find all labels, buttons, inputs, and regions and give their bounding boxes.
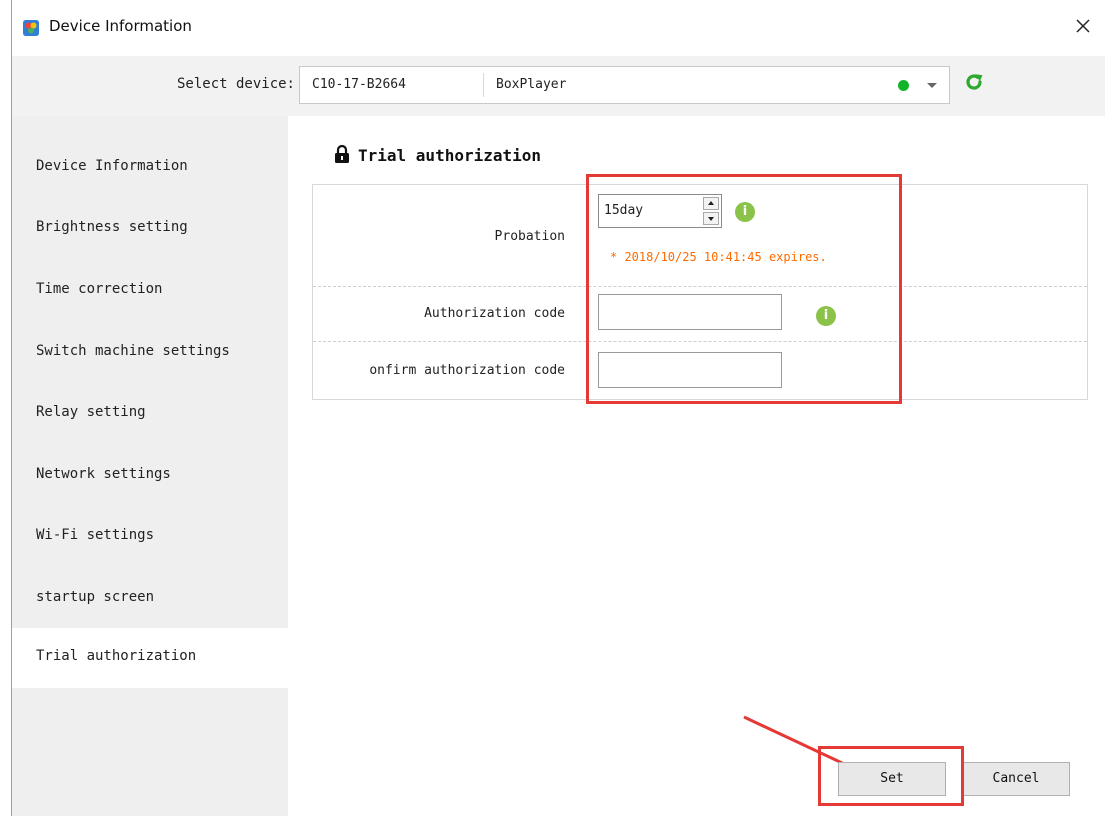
authorization-code-input[interactable]: [598, 294, 782, 330]
sidebar-item-label: Switch machine settings: [36, 343, 230, 359]
info-icon[interactable]: i: [735, 202, 755, 222]
sidebar-item-label: Time correction: [36, 281, 163, 297]
sidebar-item-label: Network settings: [36, 466, 171, 482]
sidebar-item-time-correction[interactable]: Time correction: [12, 261, 288, 321]
sidebar-item-label: Device Information: [36, 158, 188, 174]
section-title: Trial authorization: [358, 146, 542, 165]
stepper-down-icon[interactable]: [703, 212, 719, 225]
info-icon[interactable]: i: [816, 306, 836, 326]
chevron-down-icon[interactable]: [927, 83, 937, 88]
lock-icon: [334, 144, 350, 164]
device-id-value: C10-17-B2664: [312, 77, 406, 92]
authorization-code-label: Authorization code: [424, 306, 565, 321]
select-device-label: Select device:: [176, 76, 295, 92]
trial-authorization-panel: Trial authorization Probation Authorizat…: [288, 116, 1105, 816]
set-button[interactable]: Set: [838, 762, 946, 796]
refresh-icon[interactable]: [962, 70, 986, 94]
device-name-value: BoxPlayer: [496, 77, 567, 92]
probation-value: 15day: [604, 203, 644, 218]
sidebar-item-brightness-setting[interactable]: Brightness setting: [12, 199, 288, 259]
sidebar-item-startup-screen[interactable]: startup screen: [12, 569, 288, 629]
confirm-authorization-code-input[interactable]: [598, 352, 782, 388]
sidebar-item-relay-setting[interactable]: Relay setting: [12, 384, 288, 444]
sidebar-item-label: Wi-Fi settings: [36, 527, 155, 543]
background-window-edge: [0, 0, 12, 816]
sidebar-item-network-settings[interactable]: Network settings: [12, 446, 288, 506]
row-divider: [313, 341, 1087, 342]
probation-stepper[interactable]: 15day: [598, 194, 722, 228]
device-information-dialog: Device Information Select device: C10-17…: [12, 0, 1105, 816]
stepper-up-icon[interactable]: [703, 197, 719, 210]
close-icon[interactable]: [1073, 16, 1093, 36]
online-status-dot: [898, 80, 909, 91]
device-select[interactable]: C10-17-B2664 BoxPlayer: [299, 66, 950, 104]
sidebar-item-label: Relay setting: [36, 404, 146, 420]
stepper-buttons: [703, 197, 719, 225]
row-divider: [313, 286, 1087, 287]
sidebar-item-device-information[interactable]: Device Information: [12, 138, 288, 198]
combo-divider: [483, 73, 484, 97]
confirm-authorization-code-label: onfirm authorization code: [369, 363, 565, 378]
sidebar-item-wifi-settings[interactable]: Wi-Fi settings: [12, 507, 288, 567]
title-bar: Device Information: [12, 0, 1105, 56]
sidebar-item-label: Trial authorization: [36, 648, 197, 664]
sidebar-item-label: startup screen: [36, 589, 155, 605]
sidebar-item-label: Brightness setting: [36, 219, 188, 235]
probation-label: Probation: [494, 229, 565, 244]
expires-note: * 2018/10/25 10:41:45 expires.: [610, 250, 827, 264]
app-icon: [23, 20, 39, 36]
device-toolbar: Select device: C10-17-B2664 BoxPlayer: [12, 56, 1105, 116]
settings-sidebar: Device Information Brightness setting Ti…: [12, 116, 288, 816]
cancel-button[interactable]: Cancel: [962, 762, 1070, 796]
window-title: Device Information: [49, 17, 192, 35]
sidebar-item-trial-authorization[interactable]: Trial authorization: [12, 628, 288, 688]
sidebar-item-switch-machine-settings[interactable]: Switch machine settings: [12, 323, 288, 383]
